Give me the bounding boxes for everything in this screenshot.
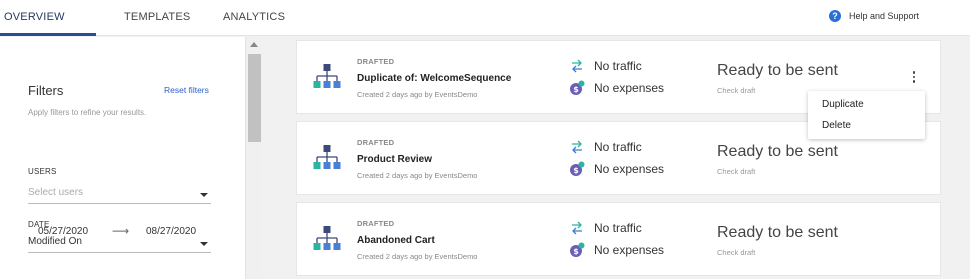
check-draft-link[interactable]: Check draft — [717, 86, 755, 95]
flow-card[interactable]: DRAFTED Abandoned Cart Created 2 days ag… — [296, 202, 941, 276]
date-from-field[interactable]: 05/27/2020 — [38, 226, 88, 237]
help-and-support-link[interactable]: ? Help and Support — [829, 10, 919, 22]
question-circle-icon: ? — [829, 10, 841, 22]
scroll-up-arrow-icon[interactable] — [250, 42, 258, 47]
filters-sidebar: Filters Reset filters Apply filters to r… — [0, 37, 262, 279]
top-nav: OVERVIEW TEMPLATES ANALYTICS ? Help and … — [0, 0, 970, 36]
status-label: DRAFTED — [357, 138, 395, 147]
svg-text:$: $ — [573, 166, 579, 175]
flow-title[interactable]: Duplicate of: WelcomeSequence — [357, 73, 511, 84]
traffic-value: No traffic — [594, 140, 642, 154]
flow-diagram-icon — [313, 64, 341, 88]
check-draft-link[interactable]: Check draft — [717, 248, 755, 257]
flow-diagram-icon — [313, 145, 341, 169]
traffic-arrows-icon — [572, 59, 582, 73]
tab-templates[interactable]: TEMPLATES — [124, 11, 190, 23]
expenses-value: No expenses — [594, 243, 665, 257]
flow-state: Ready to be sent — [717, 62, 838, 79]
dollar-coin-icon: $ — [570, 242, 585, 257]
check-draft-link[interactable]: Check draft — [717, 167, 755, 176]
active-tab-indicator — [0, 33, 96, 36]
more-vertical-icon[interactable] — [909, 71, 919, 85]
dollar-coin-icon: $ — [570, 161, 585, 176]
menu-item-delete[interactable]: Delete — [822, 120, 851, 131]
users-label: USERS — [28, 167, 57, 176]
users-placeholder: Select users — [28, 187, 84, 198]
dollar-coin-icon: $ — [570, 80, 585, 95]
flow-diagram-icon — [313, 226, 341, 250]
menu-item-duplicate[interactable]: Duplicate — [822, 99, 864, 110]
filters-subtitle: Apply filters to refine your results. — [28, 108, 147, 117]
status-label: DRAFTED — [357, 57, 395, 66]
expenses-value: No expenses — [594, 81, 665, 95]
flow-title[interactable]: Product Review — [357, 154, 432, 165]
svg-text:$: $ — [573, 247, 579, 256]
arrow-right-icon: ⟶ — [112, 224, 130, 238]
traffic-arrows-icon — [572, 221, 582, 235]
filters-title: Filters — [28, 83, 64, 98]
chevron-down-icon — [200, 193, 208, 197]
date-to-field[interactable]: 08/27/2020 — [146, 226, 196, 237]
users-select[interactable]: Select users — [28, 184, 211, 204]
tab-overview[interactable]: OVERVIEW — [4, 11, 65, 23]
chevron-down-icon — [200, 242, 208, 246]
sidebar-scrollbar[interactable] — [245, 37, 262, 279]
status-label: DRAFTED — [357, 219, 395, 228]
flow-meta: Created 2 days ago by EventsDemo — [357, 252, 478, 261]
traffic-value: No traffic — [594, 59, 642, 73]
flow-title[interactable]: Abandoned Cart — [357, 235, 435, 246]
flow-state: Ready to be sent — [717, 224, 838, 241]
flow-meta: Created 2 days ago by EventsDemo — [357, 90, 478, 99]
svg-text:$: $ — [573, 85, 579, 94]
scroll-thumb[interactable] — [248, 54, 261, 142]
tab-analytics[interactable]: ANALYTICS — [223, 11, 285, 23]
date-type-value: Modified On — [28, 236, 82, 247]
reset-filters-link[interactable]: Reset filters — [164, 85, 209, 95]
traffic-arrows-icon — [572, 140, 582, 154]
traffic-value: No traffic — [594, 221, 642, 235]
card-actions-menu: Duplicate Delete — [808, 91, 925, 139]
flow-meta: Created 2 days ago by EventsDemo — [357, 171, 478, 180]
expenses-value: No expenses — [594, 162, 665, 176]
help-label: Help and Support — [849, 11, 920, 21]
flow-state: Ready to be sent — [717, 143, 838, 160]
